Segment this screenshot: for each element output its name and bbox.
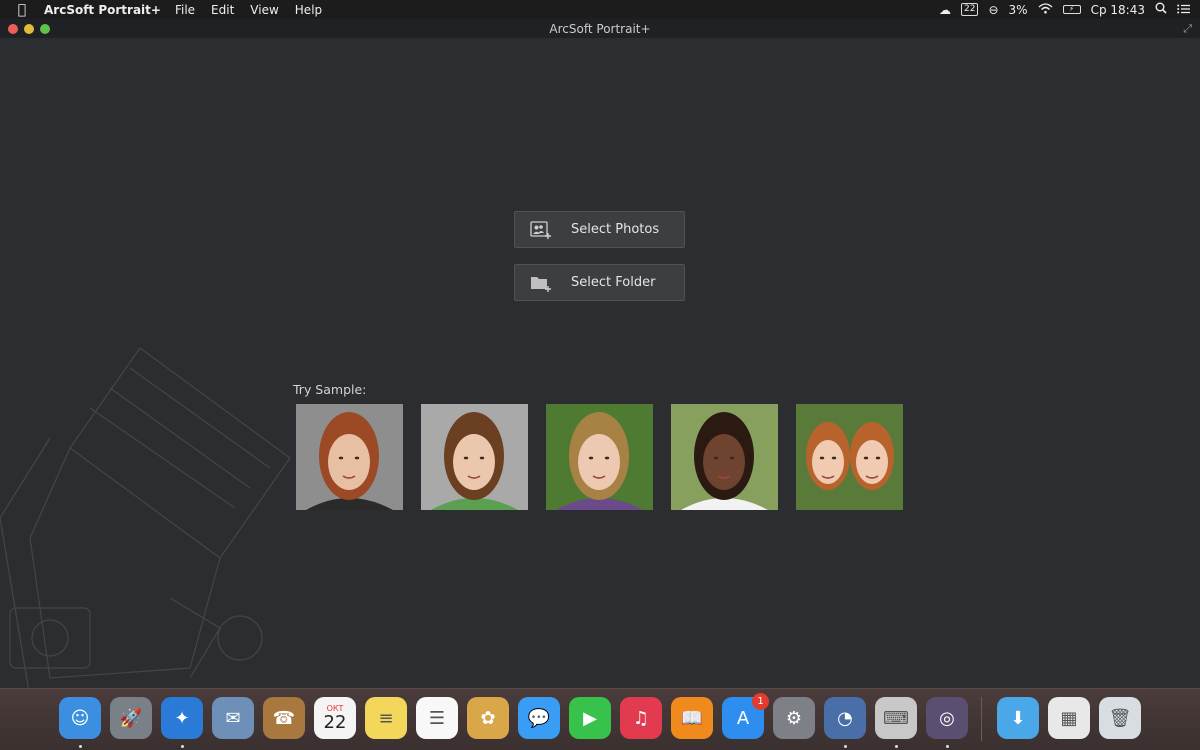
zoom-window-button[interactable] [40,24,50,34]
minimize-window-button[interactable] [24,24,34,34]
window-title: ArcSoft Portrait+ [549,21,651,36]
window-title-bar: ArcSoft Portrait+ ⤢ [0,19,1200,38]
reminders-icon[interactable]: ☰ [416,697,458,739]
app-store-update-badge: 1 [752,693,769,710]
dock-separator [981,697,982,741]
add-folder-icon [515,274,567,292]
mail-icon[interactable]: ✉ [212,697,254,739]
battery-percent[interactable]: 3% [1009,3,1028,17]
select-photos-button[interactable]: Select Photos [514,211,685,248]
messages-icon[interactable]: 💬 [518,697,560,739]
running-indicator [79,745,82,748]
running-indicator [844,745,847,748]
sample-woman-red-hair-thumbnail[interactable] [296,404,403,510]
finder-icon[interactable]: ☺ [59,697,101,739]
notes-icon[interactable]: ≡ [365,697,407,739]
dock: ☺ 🚀 ✦ ✉ ☎ ОКТ 22 ≡ ☰ ✿ 💬 ▶ ♫ 📖 A 1 ⚙ ◔ ⌨ ◎ ⬇ ▦ 🗑 [0,688,1200,750]
file-menu[interactable]: File [175,3,195,17]
try-sample-label: Try Sample: [293,382,367,397]
camera-illustration-icon [0,347,291,688]
downloads-folder-icon[interactable]: ⬇ [997,697,1039,739]
calendar-day: 22 [323,711,347,733]
keychain-icon[interactable]: ⌨ [875,697,917,739]
wifi-icon[interactable] [1038,2,1053,17]
safari-icon[interactable]: ✦ [161,697,203,739]
contacts-icon[interactable]: ☎ [263,697,305,739]
sample-girl-smiling-thumbnail[interactable] [671,404,778,510]
calendar-icon[interactable]: ОКТ 22 [314,697,356,739]
notification-center-icon[interactable] [1177,3,1190,17]
app-store-icon[interactable]: A1 [722,693,769,739]
add-photos-icon [515,220,567,239]
notification-hat-icon[interactable]: ☁ [939,3,951,17]
facetime-icon[interactable]: ▶ [569,697,611,739]
close-window-button[interactable] [8,24,18,34]
ibooks-icon[interactable]: 📖 [671,697,713,739]
itunes-icon[interactable]: ♫ [620,697,662,739]
dashboard-icon[interactable]: ◔ [824,697,866,739]
sample-boy-brown-hair-thumbnail[interactable] [421,404,528,510]
calendar-status-icon[interactable]: 22 [961,3,979,16]
trash-icon[interactable]: 🗑 [1099,697,1141,739]
system-preferences-icon[interactable]: ⚙ [773,697,815,739]
documents-stack-icon[interactable]: ▦ [1048,697,1090,739]
select-folder-button[interactable]: Select Folder [514,264,685,301]
do-not-disturb-icon[interactable]: ⊖ [988,3,998,17]
view-menu[interactable]: View [250,3,278,17]
edit-menu[interactable]: Edit [211,3,234,17]
select-photos-label: Select Photos [571,222,660,237]
menu-bar:  ArcSoft Portrait+ File Edit View Help … [0,0,1200,19]
select-folder-label: Select Folder [571,275,656,290]
apple-menu-icon[interactable]:  [0,2,44,18]
arcsoft-portrait-icon[interactable]: ◎ [926,697,968,739]
sample-two-girls-thumbnail[interactable] [796,404,903,510]
running-indicator [946,745,949,748]
status-area: ☁ 22 ⊖ 3% ⚡ Ср 18:43 [939,0,1190,19]
fullscreen-icon[interactable]: ⤢ [1183,22,1192,36]
sample-girl-blonde-thumbnail[interactable] [546,404,653,510]
running-indicator [181,745,184,748]
app-menu[interactable]: ArcSoft Portrait+ [44,3,161,17]
battery-icon[interactable]: ⚡ [1062,5,1081,14]
photos-icon[interactable]: ✿ [467,697,509,739]
spotlight-search-icon[interactable] [1155,2,1167,17]
clock[interactable]: Ср 18:43 [1091,3,1145,17]
help-menu[interactable]: Help [295,3,322,17]
launchpad-icon[interactable]: 🚀 [110,697,152,739]
running-indicator [895,745,898,748]
main-content: Select Photos Select Folder Try Sample: [0,38,1200,688]
